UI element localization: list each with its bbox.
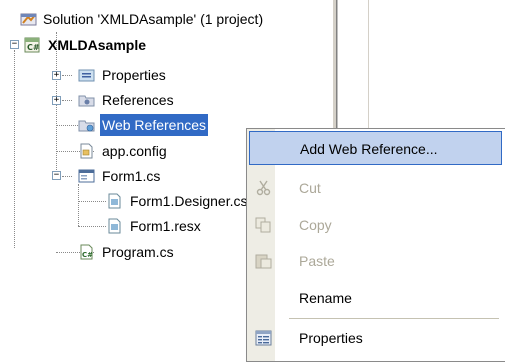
solution-label: Solution 'XMLDAsample' (1 project) bbox=[43, 11, 264, 27]
tree-item-label: app.config bbox=[102, 143, 167, 159]
menu-item-label: Add Web Reference... bbox=[300, 141, 438, 157]
tree-item-label: Web References bbox=[100, 114, 209, 136]
menu-item-label: Rename bbox=[299, 290, 352, 306]
menu-item-label: Copy bbox=[299, 217, 332, 233]
tree-item-program[interactable]: C# Program.cs bbox=[78, 241, 248, 263]
menu-item-copy[interactable]: Copy bbox=[249, 208, 502, 242]
config-file-icon bbox=[78, 143, 94, 159]
tree-item-label: References bbox=[102, 92, 174, 108]
tree-item-form1-designer[interactable]: Form1.Designer.cs bbox=[106, 190, 246, 212]
copy-icon bbox=[255, 217, 273, 233]
context-menu: Add Web Reference... Cut Copy Paste Rena… bbox=[246, 128, 505, 362]
svg-text:C#: C# bbox=[27, 43, 40, 52]
tree-connector-line bbox=[78, 226, 106, 227]
tree-connector-line bbox=[62, 75, 72, 76]
web-references-folder-icon bbox=[78, 117, 95, 133]
cut-icon bbox=[255, 180, 273, 196]
tree-item-references[interactable]: References bbox=[78, 89, 278, 111]
tree-connector-line bbox=[62, 100, 72, 101]
tree-connector-line bbox=[14, 50, 15, 248]
project-label: XMLDAsample bbox=[48, 37, 147, 53]
paste-icon bbox=[255, 253, 273, 269]
collapse-toggle[interactable]: − bbox=[10, 40, 19, 49]
menu-item-properties[interactable]: Properties bbox=[249, 321, 502, 355]
csharp-file-icon bbox=[106, 193, 122, 209]
references-folder-icon bbox=[78, 92, 95, 108]
tree-item-label: Form1.resx bbox=[130, 218, 201, 234]
menu-separator bbox=[289, 318, 499, 319]
resx-file-icon bbox=[106, 218, 122, 234]
tree-connector-line bbox=[78, 184, 79, 226]
tree-item-label: Properties bbox=[102, 67, 166, 83]
properties-folder-icon bbox=[78, 67, 95, 83]
properties-icon bbox=[255, 330, 273, 346]
tree-item-project[interactable]: C# XMLDAsample bbox=[24, 34, 244, 56]
tree-item-solution[interactable]: Solution 'XMLDAsample' (1 project) bbox=[18, 8, 338, 30]
tree-connector-line bbox=[78, 201, 106, 202]
tree-item-label: Form1.Designer.cs bbox=[130, 193, 246, 209]
menu-item-label: Paste bbox=[299, 253, 335, 269]
svg-text:C#: C# bbox=[82, 251, 93, 259]
expand-toggle[interactable]: + bbox=[52, 96, 61, 105]
tree-item-form1-resx[interactable]: Form1.resx bbox=[106, 215, 246, 237]
expand-toggle[interactable]: + bbox=[52, 71, 61, 80]
menu-item-label: Cut bbox=[299, 180, 321, 196]
solution-icon bbox=[20, 11, 37, 27]
csharp-file-icon: C# bbox=[78, 244, 94, 260]
menu-item-cut[interactable]: Cut bbox=[249, 171, 502, 205]
tree-connector-line bbox=[62, 176, 72, 177]
tree-item-label: Form1.cs bbox=[102, 168, 161, 184]
menu-item-label: Properties bbox=[299, 330, 363, 346]
csharp-project-icon: C# bbox=[24, 37, 40, 53]
tree-item-label: Program.cs bbox=[102, 244, 174, 260]
form-icon bbox=[78, 168, 95, 184]
menu-item-paste[interactable]: Paste bbox=[249, 244, 502, 278]
collapse-toggle[interactable]: − bbox=[52, 171, 61, 180]
tree-item-properties[interactable]: Properties bbox=[78, 64, 278, 86]
menu-item-rename[interactable]: Rename bbox=[249, 281, 502, 315]
menu-item-add-web-reference[interactable]: Add Web Reference... bbox=[249, 131, 502, 165]
